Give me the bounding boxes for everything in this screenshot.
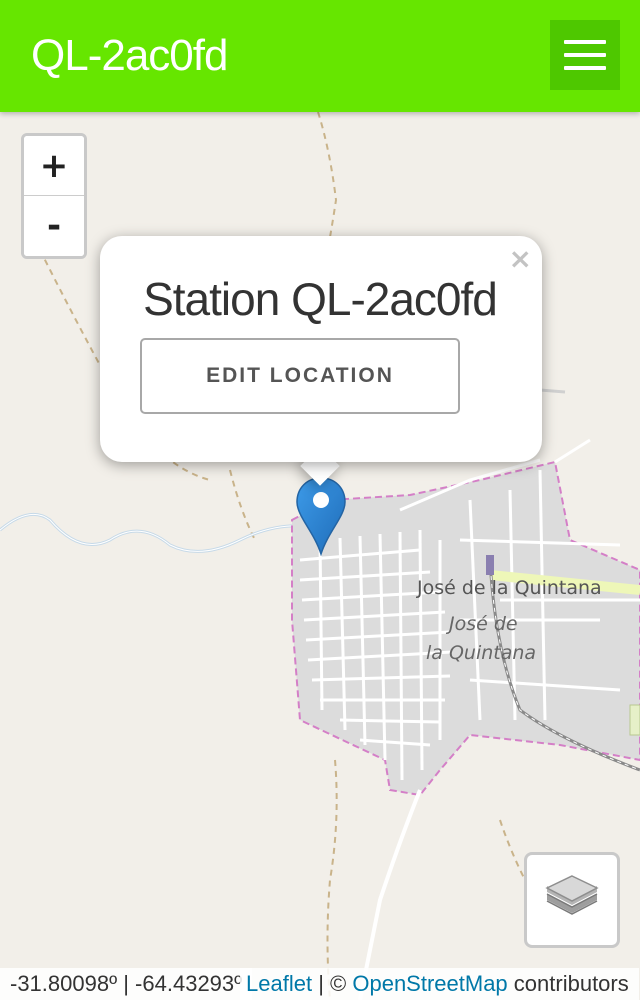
zoom-control: + - xyxy=(21,133,87,259)
hamburger-menu-icon xyxy=(564,40,606,44)
leaflet-link[interactable]: Leaflet xyxy=(246,971,312,996)
attribution-contributors: contributors xyxy=(513,971,629,996)
station-popup: × Station QL-2ac0fd EDIT LOCATION xyxy=(100,236,542,462)
edit-location-button[interactable]: EDIT LOCATION xyxy=(140,338,460,414)
hamburger-menu-icon-bar xyxy=(564,53,606,57)
coordinates-readout: -31.80098º | -64.43293º xyxy=(0,968,252,1000)
popup-title: Station QL-2ac0fd xyxy=(143,273,498,325)
hamburger-menu-icon-bar xyxy=(564,66,606,70)
map-pin-icon[interactable] xyxy=(296,476,346,556)
app-title: QL-2ac0fd xyxy=(31,31,228,80)
zoom-out-button[interactable]: - xyxy=(24,196,84,256)
close-icon[interactable]: × xyxy=(509,244,532,274)
layers-icon xyxy=(545,875,599,915)
attribution: Leaflet | © OpenStreetMap contributors xyxy=(240,968,639,1000)
area-label-line2: la Quintana xyxy=(426,642,536,664)
app-bar: QL-2ac0fd xyxy=(0,0,640,112)
area-label-line1: José de xyxy=(445,613,518,635)
openstreetmap-link[interactable]: OpenStreetMap xyxy=(352,971,507,996)
layers-button[interactable] xyxy=(524,852,620,948)
status-bar: -31.80098º | -64.43293º Leaflet | © Open… xyxy=(0,968,640,1000)
attribution-separator: | © xyxy=(318,971,347,996)
town-label: José de la Quintana xyxy=(416,577,602,599)
zoom-in-button[interactable]: + xyxy=(24,136,84,196)
menu-button[interactable] xyxy=(550,20,620,90)
